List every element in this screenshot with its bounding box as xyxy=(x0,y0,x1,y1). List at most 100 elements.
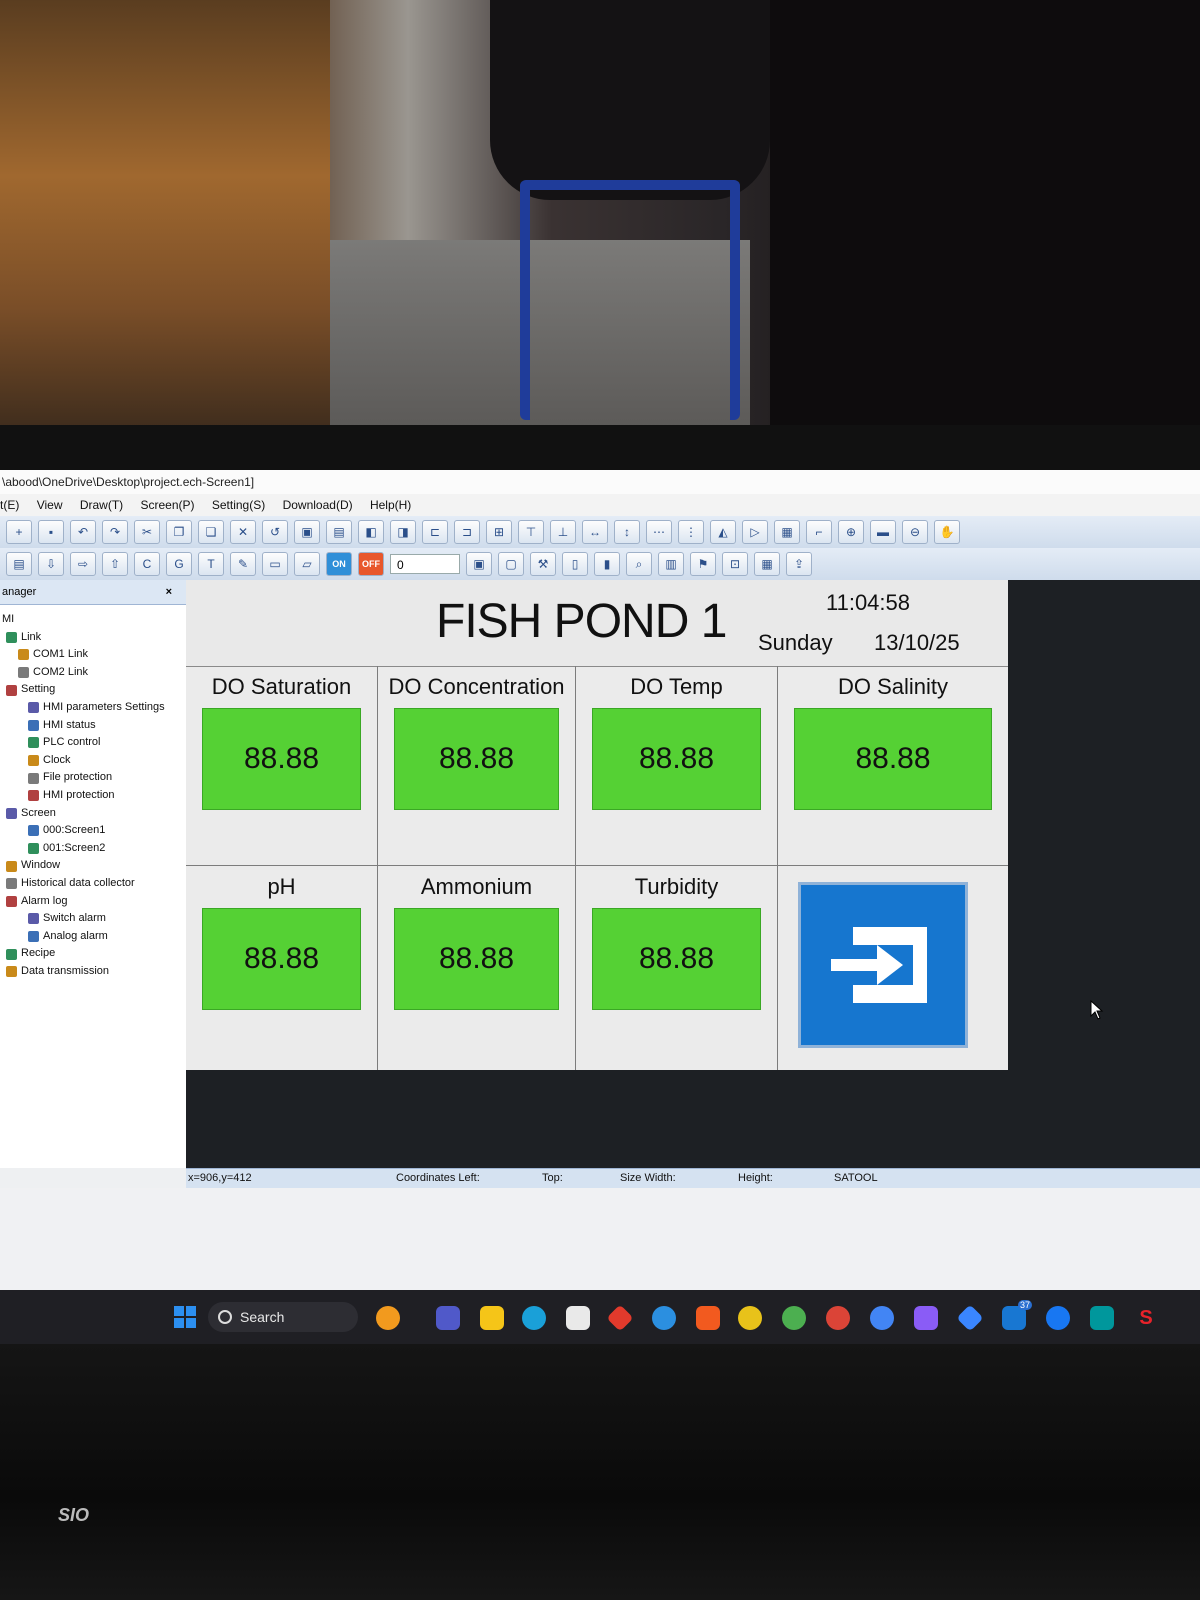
chrome-profile-3-icon[interactable] xyxy=(870,1306,894,1330)
chrome-profile-icon[interactable] xyxy=(782,1306,806,1330)
unlock-icon[interactable]: ▮ xyxy=(594,552,620,576)
cut-icon[interactable]: ✂ xyxy=(134,520,160,544)
tree-item[interactable]: HMI parameters Settings xyxy=(0,699,186,717)
bing-icon[interactable] xyxy=(956,1304,984,1332)
g-icon[interactable]: G xyxy=(166,552,192,576)
facebook-icon[interactable] xyxy=(1046,1306,1070,1330)
s-app-icon[interactable]: S xyxy=(1134,1306,1158,1330)
edit-icon[interactable]: ✎ xyxy=(230,552,256,576)
import-icon[interactable]: ⊡ xyxy=(722,552,748,576)
teams-icon[interactable] xyxy=(436,1306,460,1330)
taskbar-search[interactable]: Search xyxy=(208,1302,358,1332)
design-canvas[interactable]: FISH POND 1 11:04:58 Sunday 13/10/25 DO … xyxy=(186,580,1200,1168)
align-top-icon[interactable]: ⊤ xyxy=(518,520,544,544)
menu-setting[interactable]: Setting(S) xyxy=(212,498,265,512)
tree-item[interactable]: Alarm log xyxy=(0,893,186,911)
c-icon[interactable]: C xyxy=(134,552,160,576)
tree-item[interactable]: 000:Screen1 xyxy=(0,822,186,840)
red-diamond-icon[interactable] xyxy=(606,1304,634,1332)
state-select[interactable]: 0 xyxy=(390,554,460,574)
help-icon[interactable] xyxy=(652,1306,676,1330)
brave-icon[interactable] xyxy=(696,1306,720,1330)
tree-item[interactable]: Screen xyxy=(0,805,186,823)
flip-h-icon[interactable]: ◭ xyxy=(710,520,736,544)
close-icon[interactable]: × xyxy=(166,580,172,604)
undo-icon[interactable]: ↶ xyxy=(70,520,96,544)
table-icon[interactable]: ▦ xyxy=(754,552,780,576)
exit-button[interactable] xyxy=(798,882,968,1048)
upload-icon[interactable]: ⇪ xyxy=(786,552,812,576)
copilot-icon[interactable] xyxy=(914,1306,938,1330)
value-display[interactable]: 88.88 xyxy=(394,908,559,1010)
flip-v-icon[interactable]: ▷ xyxy=(742,520,768,544)
distribute-h-icon[interactable]: ⋯ xyxy=(646,520,672,544)
tree-item[interactable]: PLC control xyxy=(0,734,186,752)
menu-help[interactable]: Help(H) xyxy=(370,498,411,512)
windows-start-icon[interactable] xyxy=(174,1306,196,1328)
copy-icon[interactable]: ❐ xyxy=(166,520,192,544)
library-icon[interactable]: ▥ xyxy=(658,552,684,576)
tree-item[interactable]: MI xyxy=(0,611,186,629)
tree-item[interactable]: Link xyxy=(0,629,186,647)
tree-item[interactable]: Clock xyxy=(0,752,186,770)
send-back-icon[interactable]: ◨ xyxy=(390,520,416,544)
screen-add-icon[interactable]: ▣ xyxy=(466,552,492,576)
tree-item[interactable]: File protection xyxy=(0,769,186,787)
chrome-profile-2-icon[interactable] xyxy=(826,1306,850,1330)
ruler-icon[interactable]: ⌐ xyxy=(806,520,832,544)
value-display[interactable]: 88.88 xyxy=(202,908,361,1010)
on-button[interactable]: ON xyxy=(326,552,352,576)
compile-icon[interactable]: ▤ xyxy=(6,552,32,576)
file-explorer-icon[interactable] xyxy=(480,1306,504,1330)
off-button[interactable]: OFF xyxy=(358,552,384,576)
value-display[interactable]: 88.88 xyxy=(592,908,761,1010)
refresh-icon[interactable]: ↺ xyxy=(262,520,288,544)
bring-front-icon[interactable]: ◧ xyxy=(358,520,384,544)
menu-view[interactable]: View xyxy=(37,498,63,512)
delete-icon[interactable]: ✕ xyxy=(230,520,256,544)
menu-draw[interactable]: Draw(T) xyxy=(80,498,123,512)
lock-icon[interactable]: ▯ xyxy=(562,552,588,576)
tag-icon[interactable]: ⚑ xyxy=(690,552,716,576)
align-bottom-icon[interactable]: ⊥ xyxy=(550,520,576,544)
group-icon[interactable]: ▣ xyxy=(294,520,320,544)
zoom-in-icon[interactable]: ⊕ xyxy=(838,520,864,544)
tree-item[interactable]: COM2 Link xyxy=(0,664,186,682)
chrome-icon[interactable] xyxy=(738,1306,762,1330)
download-icon[interactable]: ⇩ xyxy=(38,552,64,576)
fruit-app-icon[interactable] xyxy=(376,1306,400,1330)
t-icon[interactable]: T xyxy=(198,552,224,576)
folder-icon[interactable]: ▭ xyxy=(262,552,288,576)
arduino-icon[interactable] xyxy=(1090,1306,1114,1330)
menu-download[interactable]: Download(D) xyxy=(283,498,353,512)
align-left-icon[interactable]: ⊏ xyxy=(422,520,448,544)
zoom-out-icon[interactable]: ⊖ xyxy=(902,520,928,544)
distribute-v-icon[interactable]: ⋮ xyxy=(678,520,704,544)
value-display[interactable]: 88.88 xyxy=(794,708,992,810)
value-display[interactable]: 88.88 xyxy=(394,708,559,810)
messaging-app-icon[interactable]: 37 xyxy=(1002,1300,1032,1330)
hand-icon[interactable]: ✋ xyxy=(934,520,960,544)
tree-item[interactable]: Analog alarm xyxy=(0,928,186,946)
offline-sim-icon[interactable]: ⇨ xyxy=(70,552,96,576)
same-width-icon[interactable]: ↔ xyxy=(582,520,608,544)
tree-item[interactable]: Switch alarm xyxy=(0,910,186,928)
redo-icon[interactable]: ↷ xyxy=(102,520,128,544)
ungroup-icon[interactable]: ▤ xyxy=(326,520,352,544)
find-icon[interactable]: ⌕ xyxy=(626,552,652,576)
grid-icon[interactable]: ▦ xyxy=(774,520,800,544)
new-icon[interactable]: + xyxy=(6,520,32,544)
edge-icon[interactable] xyxy=(522,1306,546,1330)
online-sim-icon[interactable]: ⇧ xyxy=(102,552,128,576)
same-height-icon[interactable]: ↕ xyxy=(614,520,640,544)
align-center-icon[interactable]: ⊞ xyxy=(486,520,512,544)
screen-icon[interactable]: ▬ xyxy=(870,520,896,544)
tree-item[interactable]: 001:Screen2 xyxy=(0,840,186,858)
store-icon[interactable] xyxy=(566,1306,590,1330)
wrench-icon[interactable]: ⚒ xyxy=(530,552,556,576)
tree-item[interactable]: Window xyxy=(0,857,186,875)
tree-item[interactable]: COM1 Link xyxy=(0,646,186,664)
tree-item[interactable]: HMI protection xyxy=(0,787,186,805)
paste-icon[interactable]: ❏ xyxy=(198,520,224,544)
menu-edit[interactable]: t(E) xyxy=(0,498,19,512)
